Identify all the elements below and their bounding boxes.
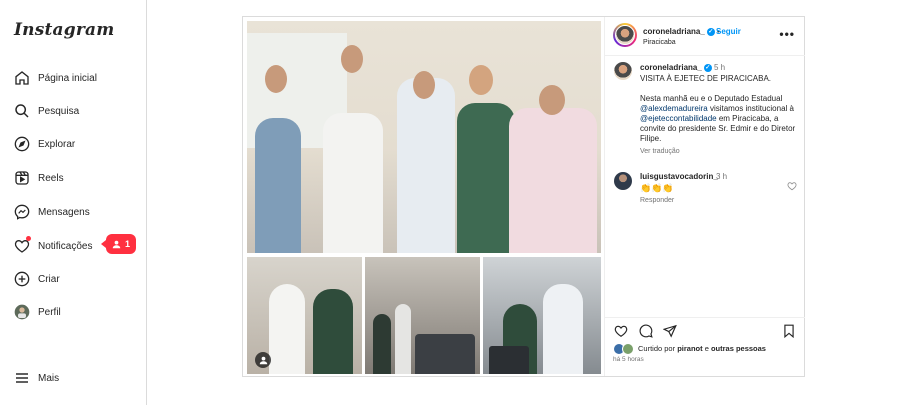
follow-button[interactable]: Seguir (716, 27, 741, 36)
sidebar-item-messages[interactable]: Mensagens (14, 200, 90, 224)
sidebar-item-profile[interactable]: Perfil (14, 300, 61, 324)
sidebar-item-label: Notificações (38, 240, 93, 252)
caption-text: VISITA À EJETEC DE PIRACICABA. Nesta man… (640, 74, 800, 144)
sidebar-item-label: Explorar (38, 138, 76, 150)
comment-text: 👏👏👏 (640, 183, 674, 193)
sidebar-item-label: Mais (38, 372, 60, 384)
sidebar-item-explore[interactable]: Explorar (14, 132, 75, 156)
liker-avatar[interactable] (622, 343, 634, 355)
computer-desks (415, 334, 475, 374)
verified-badge-icon: ✓ (703, 63, 712, 72)
author-avatar (615, 25, 635, 45)
person-icon (112, 240, 121, 248)
person-figure (509, 108, 597, 253)
comment-time: 3 h (716, 172, 728, 181)
person-head (469, 65, 493, 95)
comment-bubble-icon[interactable] (639, 324, 653, 338)
liked-by-text: Curtido por piranot e outras pessoas (638, 344, 766, 353)
others-link[interactable]: outras pessoas (711, 344, 766, 353)
reply-button[interactable]: Responder (640, 197, 674, 204)
caption-username[interactable]: coroneladriana_ ✓ (640, 63, 712, 72)
sidebar-item-create[interactable]: Criar (14, 267, 60, 291)
see-translation-link[interactable]: Ver tradução (640, 148, 680, 155)
search-icon (14, 103, 30, 119)
sidebar-item-label: Página inicial (38, 72, 97, 84)
comment-username[interactable]: luisgustavocadorin_ (640, 172, 718, 181)
sidebar-item-label: Perfil (38, 306, 61, 318)
person-figure (543, 284, 583, 374)
sidebar-item-home[interactable]: Página inicial (14, 66, 97, 90)
sidebar: Instagram Página inicial Pesquisa Explor… (0, 0, 147, 405)
notification-dot (26, 236, 31, 241)
messenger-icon (14, 204, 30, 220)
person-head (413, 71, 435, 99)
share-paper-plane-icon[interactable] (662, 324, 677, 338)
caption-body: Nesta manhã eu e o Deputado Estadual @al… (640, 94, 796, 143)
sidebar-item-reels[interactable]: Reels (14, 166, 64, 190)
person-figure (323, 113, 383, 253)
avatar-icon (14, 304, 30, 320)
liker-username[interactable]: piranot (677, 344, 702, 353)
person-figure (255, 118, 301, 253)
post-sidebar: coroneladriana_ ✓ • Seguir Piracicaba •••… (604, 17, 805, 376)
sidebar-item-label: Reels (38, 172, 64, 184)
post-media[interactable] (243, 17, 604, 376)
sidebar-item-search[interactable]: Pesquisa (14, 99, 79, 123)
bookmark-icon[interactable] (782, 324, 796, 339)
post-location[interactable]: Piracicaba (643, 39, 676, 46)
person-figure (373, 314, 391, 374)
person-figure (457, 103, 515, 253)
sidebar-item-label: Mensagens (38, 206, 90, 218)
reels-icon (14, 170, 30, 186)
post-photo-thumb[interactable] (483, 257, 601, 374)
post-photo-thumb[interactable] (365, 257, 480, 374)
notification-count: 1 (124, 239, 130, 249)
more-options-icon[interactable]: ••• (779, 27, 795, 41)
author-username[interactable]: coroneladriana_ ✓ • (643, 27, 720, 36)
person-figure (397, 78, 455, 253)
verified-badge-icon: ✓ (706, 27, 715, 36)
home-icon (14, 70, 30, 86)
caption-time: 5 h (714, 63, 726, 72)
post-photo-thumb[interactable] (247, 257, 362, 374)
sidebar-item-more[interactable]: Mais (14, 366, 59, 390)
post-photo-main[interactable] (247, 21, 601, 253)
person-head (539, 85, 565, 115)
post-actions: Curtido por piranot e outras pessoas há … (605, 317, 805, 376)
person-head (265, 65, 287, 93)
profile-tag-icon[interactable] (255, 352, 271, 368)
comment-like-heart-icon[interactable] (787, 181, 797, 191)
commenter-avatar[interactable] (614, 172, 632, 190)
instagram-logo[interactable]: Instagram (14, 20, 114, 40)
caption-title: VISITA À EJETEC DE PIRACICABA. (640, 74, 771, 83)
notification-badge[interactable]: 1 (101, 234, 136, 254)
author-avatar-ring[interactable] (613, 23, 637, 47)
sidebar-item-label: Criar (38, 273, 60, 285)
post-timestamp[interactable]: há 5 horas (613, 356, 644, 363)
person-figure (313, 289, 353, 374)
person-head (341, 45, 363, 73)
menu-icon (14, 370, 30, 386)
person-figure (269, 284, 305, 374)
computer-monitor (489, 346, 529, 374)
sidebar-item-label: Pesquisa (38, 105, 80, 117)
post-header: coroneladriana_ ✓ • Seguir Piracicaba ••• (605, 17, 805, 56)
person-figure (395, 304, 411, 374)
plus-square-icon (14, 271, 30, 287)
post-card: coroneladriana_ ✓ • Seguir Piracicaba •••… (242, 16, 805, 377)
mention-link[interactable]: @alexdemadureira (640, 104, 708, 113)
compass-icon (14, 136, 30, 152)
caption-avatar[interactable] (614, 62, 632, 80)
mention-link[interactable]: @ejeteccontabilidade (640, 114, 717, 123)
like-heart-icon[interactable] (614, 324, 628, 338)
